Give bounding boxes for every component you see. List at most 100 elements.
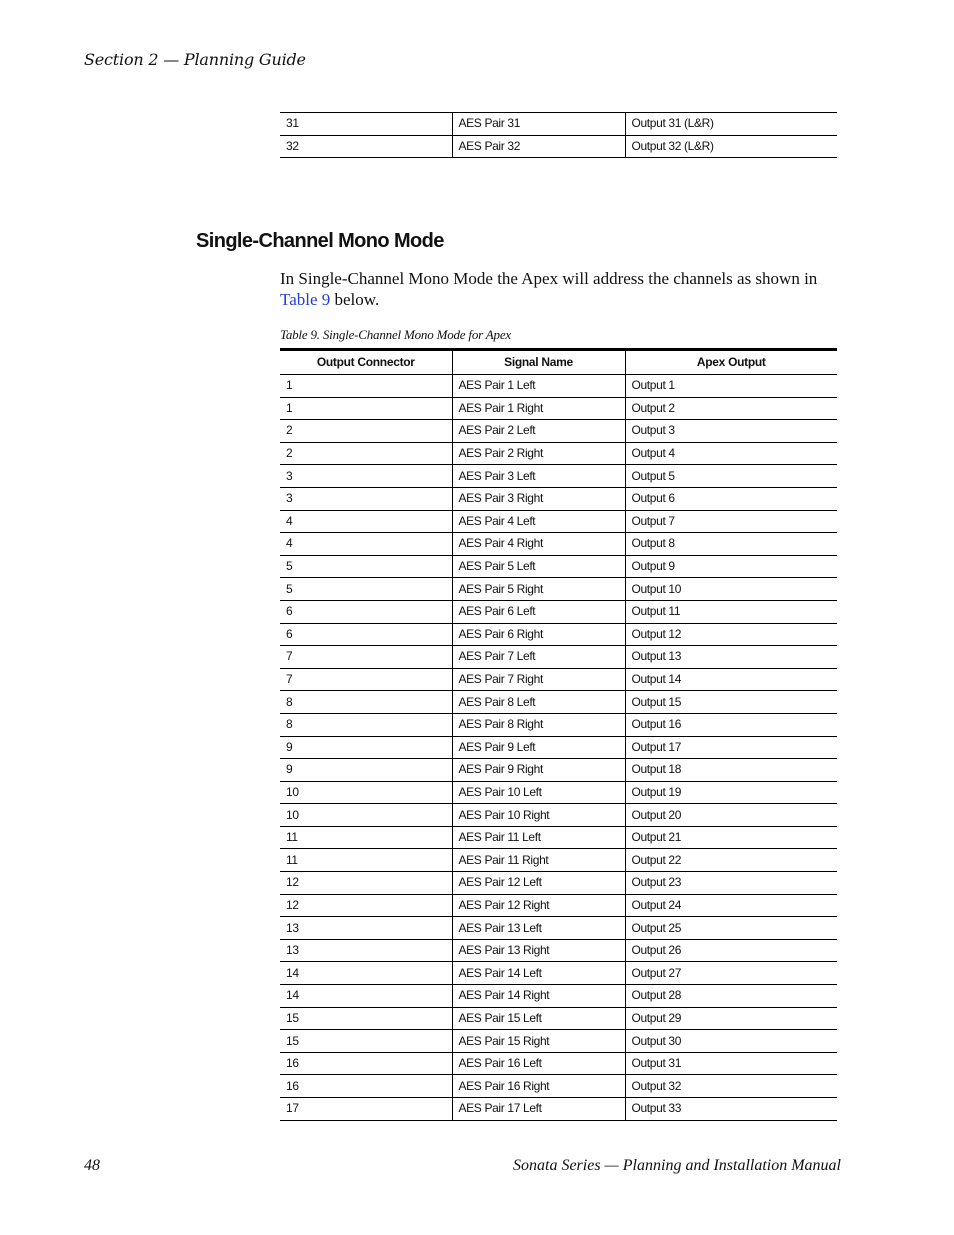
table-row: 11 AES Pair 11 Right Output 22 (280, 848, 837, 873)
cell-apex-output: Output 6 (624, 487, 837, 511)
table-row: 14 AES Pair 14 Right Output 28 (280, 984, 837, 1008)
cell-apex-output: Output 20 (624, 803, 837, 827)
cell-output-connector: 15 (280, 1007, 452, 1031)
cell-apex-output: Output 14 (624, 668, 837, 692)
cell-output-connector: 2 (280, 442, 452, 466)
cell-signal-name: AES Pair 16 Right (451, 1074, 625, 1098)
continued-table-body: 31 AES Pair 31 Output 31 (L&R) 32 AES Pair 3… (280, 112, 837, 159)
cell-output-connector: 1 (280, 374, 452, 398)
cell-output-connector: 10 (280, 781, 452, 805)
table-row: 16 AES Pair 16 Right Output 32 (280, 1074, 837, 1098)
cell-output-connector: 8 (280, 690, 452, 714)
cell-apex-output: Output 7 (624, 510, 837, 534)
mono-mode-table: Output Connector Signal Name Apex Output… (280, 348, 837, 1121)
table-row: 8 AES Pair 8 Right Output 16 (280, 713, 837, 737)
cell-apex-output: Output 4 (624, 442, 837, 466)
cell-apex-output: Output 26 (624, 939, 837, 963)
cell-apex-output: Output 18 (624, 758, 837, 782)
cell-apex-output: Output 13 (624, 645, 837, 669)
cell-signal-name: AES Pair 32 (451, 135, 625, 159)
table-row: 8 AES Pair 8 Left Output 15 (280, 690, 837, 714)
cell-output-connector: 2 (280, 419, 452, 443)
table-row: 13 AES Pair 13 Right Output 26 (280, 939, 837, 963)
cell-apex-output: Output 8 (624, 532, 837, 556)
table-9-link[interactable]: Table 9 (280, 290, 330, 309)
cell-apex-output: Output 5 (624, 464, 837, 488)
table-row: 10 AES Pair 10 Right Output 20 (280, 803, 837, 827)
cell-output-connector: 8 (280, 713, 452, 737)
table-row: 12 AES Pair 12 Left Output 23 (280, 871, 837, 895)
table-row: 3 AES Pair 3 Left Output 5 (280, 464, 837, 488)
table-row: 1 AES Pair 1 Right Output 2 (280, 397, 837, 421)
cell-apex-output: Output 24 (624, 894, 837, 918)
cell-signal-name: AES Pair 8 Right (451, 713, 625, 737)
column-header-signal-name: Signal Name (451, 349, 625, 375)
table-row: 17 AES Pair 17 Left Output 33 (280, 1097, 837, 1121)
cell-output-connector: 11 (280, 848, 452, 873)
cell-signal-name: AES Pair 5 Left (451, 555, 625, 579)
table-row: 32 AES Pair 32 Output 32 (L&R) (280, 135, 837, 159)
cell-output-connector: 6 (280, 623, 452, 647)
cell-apex-output: Output 28 (624, 984, 837, 1008)
intro-paragraph: In Single-Channel Mono Mode the Apex wil… (280, 269, 840, 310)
cell-apex-output: Output 2 (624, 397, 837, 421)
table-row: 13 AES Pair 13 Left Output 25 (280, 916, 837, 940)
cell-apex-output: Output 33 (624, 1097, 837, 1121)
cell-output-connector: 13 (280, 939, 452, 963)
cell-apex-output: Output 29 (624, 1007, 837, 1031)
cell-signal-name: AES Pair 6 Right (451, 623, 625, 647)
table-row: 11 AES Pair 11 Left Output 21 (280, 826, 837, 850)
table-row: 7 AES Pair 7 Left Output 13 (280, 645, 837, 669)
table-row: 12 AES Pair 12 Right Output 24 (280, 894, 837, 918)
cell-output-connector: 6 (280, 600, 452, 624)
cell-output-connector: 31 (280, 112, 452, 136)
cell-signal-name: AES Pair 9 Left (451, 736, 625, 760)
cell-signal-name: AES Pair 31 (451, 112, 625, 136)
cell-output-connector: 10 (280, 803, 452, 827)
section-heading: Single-Channel Mono Mode (196, 230, 444, 252)
cell-apex-output: Output 9 (624, 555, 837, 579)
cell-output-connector: 15 (280, 1029, 452, 1053)
intro-text-after: below. (330, 289, 380, 309)
cell-signal-name: AES Pair 10 Left (451, 781, 625, 805)
cell-output-connector: 7 (280, 645, 452, 669)
table-row: 10 AES Pair 10 Left Output 19 (280, 781, 837, 805)
cell-signal-name: AES Pair 13 Left (451, 916, 625, 940)
cell-signal-name: AES Pair 11 Right (451, 848, 625, 873)
column-header-apex-output: Apex Output (624, 349, 837, 375)
cell-signal-name: AES Pair 15 Right (451, 1029, 625, 1053)
cell-output-connector: 7 (280, 668, 452, 692)
cell-output-connector: 5 (280, 577, 452, 601)
cell-output-connector: 32 (280, 135, 452, 159)
cell-output-connector: 12 (280, 871, 452, 895)
column-header-output-connector: Output Connector (280, 349, 452, 375)
cell-output-connector: 5 (280, 555, 452, 579)
cell-signal-name: AES Pair 1 Left (451, 374, 625, 398)
table-row: 2 AES Pair 2 Left Output 3 (280, 419, 837, 443)
cell-signal-name: AES Pair 2 Left (451, 419, 625, 443)
cell-output-connector: 4 (280, 532, 452, 556)
cell-output-connector: 13 (280, 916, 452, 940)
continued-table: 31 AES Pair 31 Output 31 (L&R) 32 AES Pair 3… (280, 112, 837, 159)
table-row: 3 AES Pair 3 Right Output 6 (280, 487, 837, 511)
table-row: 5 AES Pair 5 Left Output 9 (280, 555, 837, 579)
cell-signal-name: AES Pair 9 Right (451, 758, 625, 782)
cell-apex-output: Output 22 (624, 848, 837, 873)
table-row: 31 AES Pair 31 Output 31 (L&R) (280, 112, 837, 136)
cell-apex-output: Output 30 (624, 1029, 837, 1053)
cell-apex-output: Output 12 (624, 623, 837, 647)
page-number: 48 (84, 1157, 100, 1174)
table-row: 2 AES Pair 2 Right Output 4 (280, 442, 837, 466)
cell-signal-name: AES Pair 1 Right (451, 397, 625, 421)
cell-apex-output: Output 21 (624, 826, 837, 850)
table-row: 4 AES Pair 4 Left Output 7 (280, 510, 837, 534)
mono-mode-table-body: 1 AES Pair 1 Left Output 1 1 AES Pair 1 Righ… (280, 374, 837, 1121)
cell-output-connector: 16 (280, 1074, 452, 1098)
cell-signal-name: AES Pair 13 Right (451, 939, 625, 963)
table-row: 16 AES Pair 16 Left Output 31 (280, 1052, 837, 1076)
table-row: 9 AES Pair 9 Right Output 18 (280, 758, 837, 782)
cell-signal-name: AES Pair 14 Right (451, 984, 625, 1008)
cell-output-connector: 12 (280, 894, 452, 918)
cell-output-connector: 1 (280, 397, 452, 421)
table-caption: Table 9. Single-Channel Mono Mode for Ap… (280, 327, 511, 342)
